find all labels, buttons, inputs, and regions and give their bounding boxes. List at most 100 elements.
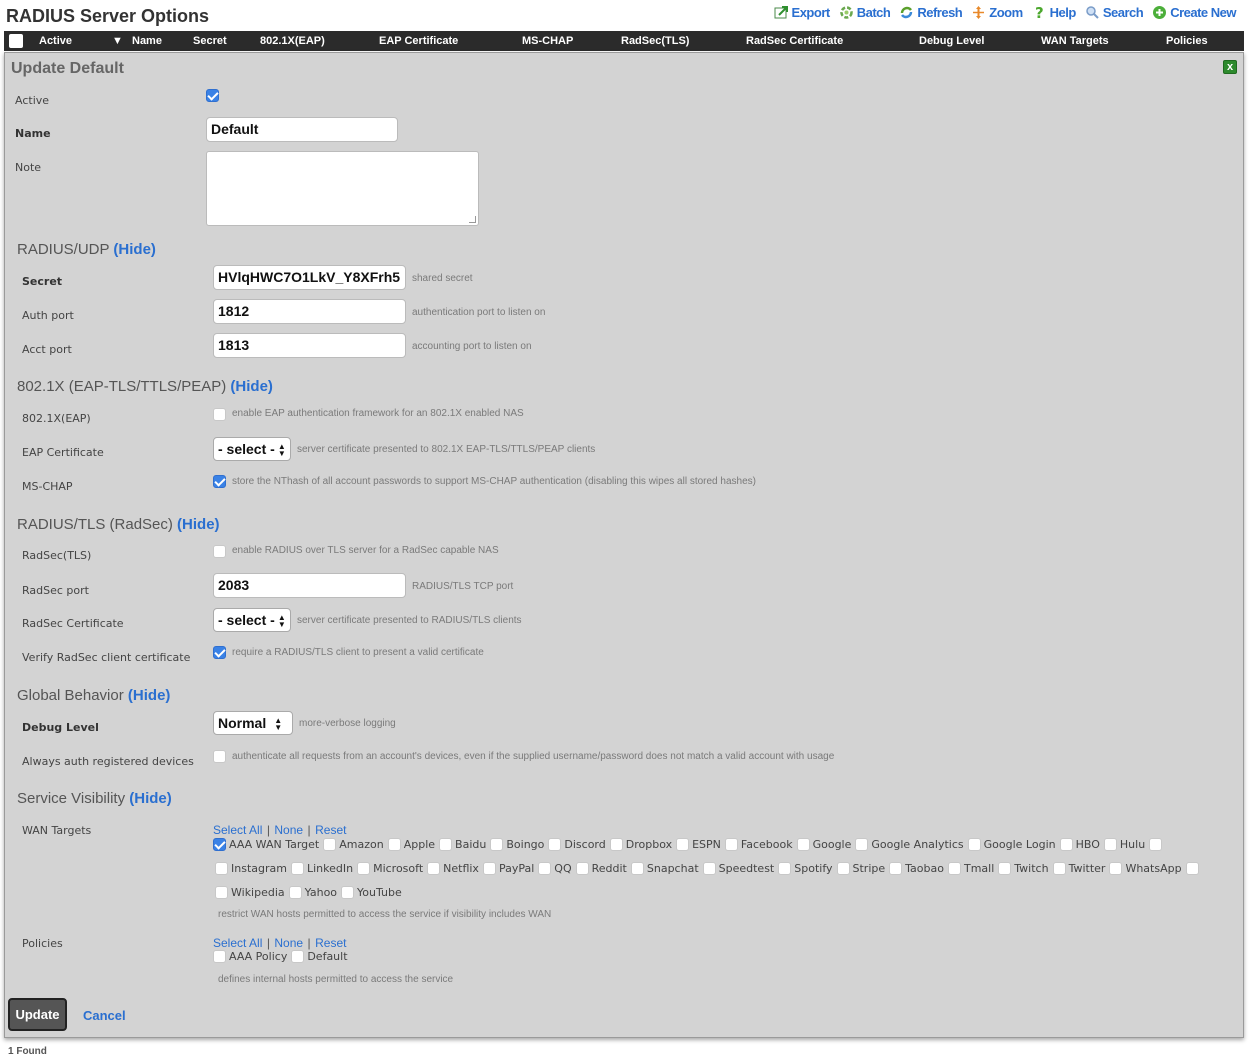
checkbox-option[interactable]: Wikipedia [215, 886, 285, 899]
checkbox-option[interactable]: Hulu [1103, 838, 1145, 851]
checkbox-option[interactable]: Dropbox [609, 838, 672, 851]
search-button[interactable]: Search [1085, 5, 1144, 20]
checkbox-option[interactable]: Reddit [575, 862, 627, 875]
wan-none-link[interactable]: None [274, 823, 303, 837]
column-ms-chap[interactable]: MS-CHAP [522, 35, 573, 47]
checkbox-option[interactable]: Default [291, 950, 348, 963]
checkbox-option[interactable]: Stripe [836, 862, 885, 875]
eap-hide-link[interactable]: (Hide) [230, 378, 273, 395]
checkbox[interactable] [724, 838, 738, 851]
create-new-button[interactable]: Create New [1152, 5, 1236, 20]
checkbox-option[interactable]: AAA WAN Target [213, 838, 319, 851]
sort-desc-icon[interactable]: ▼ [112, 35, 123, 47]
visibility-hide-link[interactable]: (Hide) [129, 790, 172, 807]
checkbox-option[interactable]: Taobao [889, 862, 944, 875]
checkbox[interactable] [1103, 838, 1117, 851]
radius-udp-hide-link[interactable]: (Hide) [113, 241, 156, 258]
checkbox-option[interactable]: Amazon [323, 838, 384, 851]
checkbox-option[interactable]: Google Analytics [855, 838, 964, 851]
radsec-hide-link[interactable]: (Hide) [177, 516, 220, 533]
checkbox[interactable] [427, 862, 441, 875]
note-textarea[interactable] [206, 151, 479, 226]
checkbox-option[interactable]: YouTube [341, 886, 402, 899]
radsec-tls-checkbox[interactable] [213, 545, 226, 558]
checkbox[interactable] [1109, 862, 1123, 875]
auth-port-input[interactable]: 1812 [213, 299, 406, 324]
checkbox[interactable] [482, 862, 496, 875]
checkbox-option[interactable] [1185, 862, 1202, 875]
secret-input[interactable]: HVlqHWC7O1LkV_Y8XFrh5 [213, 265, 406, 290]
column-policies[interactable]: Policies [1166, 35, 1208, 47]
column-debug-level[interactable]: Debug Level [919, 35, 984, 47]
acct-port-input[interactable]: 1813 [213, 333, 406, 358]
checkbox-option[interactable]: ESPN [676, 838, 721, 851]
column-active[interactable]: Active [39, 35, 72, 47]
checkbox[interactable] [215, 886, 228, 899]
name-input[interactable]: Default [206, 117, 398, 142]
checkbox[interactable] [213, 838, 226, 851]
checkbox[interactable] [291, 950, 305, 963]
update-button[interactable]: Update [8, 998, 67, 1031]
checkbox-option[interactable]: Google [796, 838, 851, 851]
checkbox-option[interactable]: Spotify [778, 862, 833, 875]
checkbox[interactable] [1185, 862, 1199, 875]
policies-select-all-link[interactable]: Select All [213, 936, 262, 950]
active-checkbox[interactable] [206, 89, 219, 102]
checkbox[interactable] [630, 862, 644, 875]
checkbox-option[interactable] [1149, 838, 1165, 851]
cancel-link[interactable]: Cancel [83, 1008, 126, 1023]
checkbox[interactable] [213, 950, 226, 963]
checkbox-option[interactable]: Twitter [1052, 862, 1105, 875]
checkbox[interactable] [490, 838, 504, 851]
column-secret[interactable]: Secret [193, 35, 227, 47]
column-radsec-certificate[interactable]: RadSec Certificate [746, 35, 843, 47]
checkbox-option[interactable]: Apple [387, 838, 435, 851]
checkbox[interactable] [323, 838, 337, 851]
checkbox[interactable] [889, 862, 903, 875]
checkbox-option[interactable]: WhatsApp [1109, 862, 1182, 875]
checkbox[interactable] [676, 838, 690, 851]
checkbox-option[interactable]: HBO [1059, 838, 1100, 851]
checkbox-option[interactable]: Discord [548, 838, 606, 851]
checkbox[interactable] [215, 862, 228, 875]
checkbox[interactable] [1149, 838, 1163, 851]
eap-certificate-select[interactable]: - select - ▲ ▼ [213, 437, 291, 461]
column-8021x[interactable]: 802.1X(EAP) [260, 35, 325, 47]
debug-level-select[interactable]: Normal ▲ ▼ [213, 711, 293, 735]
column-name[interactable]: Name [132, 35, 162, 47]
checkbox[interactable] [1059, 838, 1073, 851]
checkbox[interactable] [548, 838, 562, 851]
refresh-button[interactable]: Refresh [899, 5, 963, 20]
checkbox[interactable] [702, 862, 716, 875]
eap-checkbox[interactable] [213, 408, 226, 421]
checkbox-option[interactable]: Speedtest [702, 862, 774, 875]
checkbox[interactable] [947, 862, 961, 875]
checkbox[interactable] [290, 862, 304, 875]
checkbox-option[interactable]: Baidu [439, 838, 486, 851]
checkbox-option[interactable]: PayPal [482, 862, 534, 875]
policies-none-link[interactable]: None [274, 936, 303, 950]
close-icon[interactable]: x [1223, 60, 1237, 74]
checkbox-option[interactable]: Google Login [967, 838, 1056, 851]
checkbox[interactable] [796, 838, 810, 851]
mschap-checkbox[interactable] [213, 475, 226, 488]
checkbox-option[interactable]: Yahoo [288, 886, 337, 899]
checkbox[interactable] [575, 862, 589, 875]
checkbox-option[interactable]: Boingo [490, 838, 544, 851]
checkbox[interactable] [357, 862, 371, 875]
export-button[interactable]: Export [774, 5, 830, 20]
checkbox[interactable] [998, 862, 1012, 875]
checkbox[interactable] [538, 862, 552, 875]
checkbox[interactable] [967, 838, 981, 851]
checkbox-option[interactable]: Instagram [215, 862, 287, 875]
global-hide-link[interactable]: (Hide) [128, 687, 171, 704]
checkbox[interactable] [609, 838, 623, 851]
checkbox-option[interactable]: Facebook [724, 838, 793, 851]
checkbox[interactable] [439, 838, 453, 851]
checkbox-option[interactable]: Microsoft [357, 862, 423, 875]
column-wan-targets[interactable]: WAN Targets [1041, 35, 1109, 47]
column-eap-certificate[interactable]: EAP Certificate [379, 35, 458, 47]
checkbox-option[interactable]: Twitch [998, 862, 1049, 875]
checkbox[interactable] [1052, 862, 1066, 875]
checkbox-option[interactable]: AAA Policy [213, 950, 287, 963]
